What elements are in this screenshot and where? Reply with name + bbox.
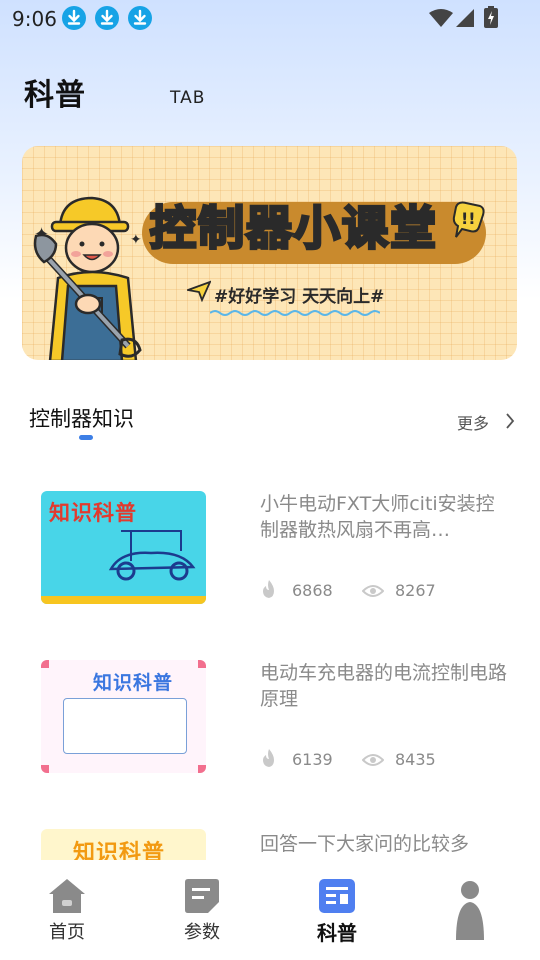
thumb-stripe [41, 596, 206, 604]
exclamation-bubble-icon: !! [452, 201, 486, 245]
app-background [0, 0, 540, 960]
flame-icon [260, 748, 278, 772]
science-icon [318, 878, 356, 918]
worker-illustration-icon [32, 186, 152, 360]
nav-item-params[interactable]: 参数 [152, 860, 252, 960]
corner-decoration [41, 765, 49, 773]
wifi-icon [428, 8, 454, 32]
chevron-right-icon[interactable] [505, 412, 515, 434]
article-thumbnail[interactable]: 知识科普 [41, 660, 206, 773]
svg-text:!!: !! [461, 209, 476, 228]
like-count: 6868 [292, 581, 333, 600]
corner-decoration [41, 660, 49, 668]
article-title[interactable]: 电动车充电器的电流控制电路原理 [260, 660, 510, 712]
nav-label: 首页 [49, 922, 85, 943]
banner-title: 控制器小课堂 [149, 200, 438, 257]
eye-icon [361, 583, 385, 602]
nav-item-profile[interactable] [420, 860, 520, 960]
nav-item-home[interactable]: 首页 [17, 860, 117, 960]
eye-icon [361, 752, 385, 771]
nav-item-science[interactable]: 科普 [287, 860, 387, 960]
flame-icon [260, 579, 278, 603]
home-icon [48, 878, 86, 918]
article-item[interactable]: 知识科普 小牛电动FXT大师citi安装控制器散热风扇不再高… 6868 826… [0, 491, 540, 641]
nav-label: 科普 [317, 921, 357, 945]
section-title-controller-knowledge[interactable]: 控制器知识 [29, 403, 134, 433]
view-count: 8435 [395, 750, 436, 769]
promo-banner[interactable]: ✦ ✦ 控制器小课堂 !! #好好学习 天天向上# [22, 146, 517, 360]
download-icon [95, 6, 119, 30]
paper-plane-icon [184, 280, 212, 306]
circuit-illustration-icon [108, 530, 196, 581]
thumb-title: 知识科普 [93, 672, 174, 694]
article-thumbnail[interactable]: 知识科普 [41, 829, 206, 860]
article-thumbnail[interactable]: 知识科普 [41, 491, 206, 604]
like-count: 6139 [292, 750, 333, 769]
article-item[interactable]: 知识科普 回答一下大家问的比较多 [0, 829, 540, 860]
thumb-content-box [63, 698, 187, 754]
thumb-title: 知识科普 [73, 841, 166, 860]
params-icon [184, 878, 220, 918]
article-item[interactable]: 知识科普 电动车充电器的电流控制电路原理 6139 8435 [0, 660, 540, 810]
more-link[interactable]: 更多 [457, 410, 489, 434]
corner-decoration [198, 765, 206, 773]
article-title[interactable]: 回答一下大家问的比较多 [260, 831, 510, 857]
signal-icon [455, 8, 475, 32]
download-icon [62, 6, 86, 30]
profile-icon [454, 880, 486, 944]
nav-label: 参数 [184, 922, 220, 943]
battery-charging-icon [484, 6, 498, 32]
corner-decoration [198, 660, 206, 668]
download-icon [128, 6, 152, 30]
view-count: 8267 [395, 581, 436, 600]
bottom-navigation: 首页 参数 科普 [0, 860, 540, 960]
status-time: 9:06 [12, 7, 57, 31]
page-title: 科普 [24, 78, 86, 113]
status-bar: 9:06 [0, 0, 540, 36]
article-title[interactable]: 小牛电动FXT大师citi安装控制器散热风扇不再高… [260, 491, 510, 543]
tab-label[interactable]: TAB [170, 88, 205, 108]
section-tab-indicator [79, 435, 93, 440]
wave-decoration [209, 302, 381, 321]
